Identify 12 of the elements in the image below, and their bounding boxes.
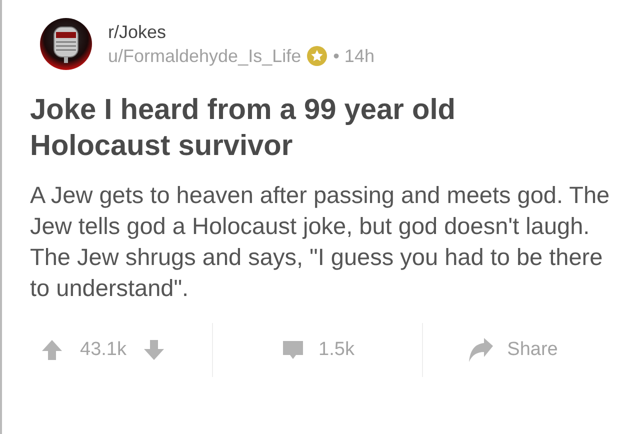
share-icon — [467, 337, 494, 363]
subreddit-name[interactable]: r/Jokes — [108, 22, 374, 42]
comments-button[interactable]: 1.5k — [280, 338, 354, 362]
post-title: Joke I heard from a 99 year old Holocaust survivor — [30, 93, 457, 164]
post-time: • 14h — [333, 46, 374, 66]
upvote-icon[interactable] — [40, 338, 64, 362]
post-body: A Jew gets to heaven after passing and meets god. The Jew tells god a Holocaust joke, but god doesn't laugh. The Jew shrugs and says, "I guess you had to be there to understand". — [30, 181, 610, 303]
share-button[interactable]: Share — [467, 337, 558, 363]
vote-count: 43.1k — [80, 339, 126, 361]
microphone-avatar-icon — [40, 18, 92, 70]
username[interactable]: u/Formaldehyde_Is_Life — [108, 46, 302, 66]
downvote-icon[interactable] — [142, 338, 166, 362]
